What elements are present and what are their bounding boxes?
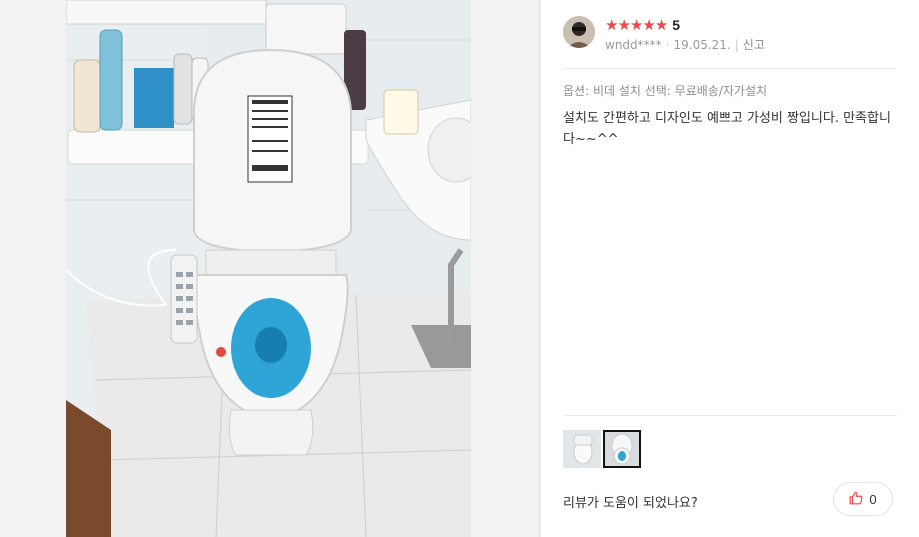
divider <box>563 68 897 69</box>
review-body: 설치도 간편하고 디자인도 예쁘고 가성비 짱입니다. 만족합니다~~^^ <box>563 111 891 147</box>
meta-divider: | <box>734 37 739 52</box>
helpful-question: 리뷰가 도움이 되었나요? <box>563 496 698 511</box>
rating-score: 5 <box>672 17 681 33</box>
username: wndd**** <box>605 37 662 52</box>
star-icon: ★ <box>605 16 618 34</box>
thumbs-up-icon <box>849 490 863 509</box>
report-link[interactable]: 신고 <box>743 36 765 53</box>
toilet-photo-illustration <box>66 0 471 537</box>
star-icon: ★ <box>654 16 668 34</box>
reviewer-info: ★ ★ ★ ★ ★ 5 wndd**** · 19.05.21. | 신고 <box>563 14 903 58</box>
review-panel: ★ ★ ★ ★ ★ 5 wndd**** · 19.05.21. | 신고 옵션… <box>541 0 919 537</box>
avatar <box>563 16 595 48</box>
photo-viewer <box>0 0 540 537</box>
review-photo[interactable] <box>66 0 471 537</box>
thumbnail-2[interactable] <box>603 430 641 468</box>
rating-stars: ★ ★ ★ ★ ★ 5 <box>605 16 680 34</box>
star-icon: ★ <box>642 16 655 34</box>
review-meta: wndd**** · 19.05.21. | 신고 <box>605 36 765 53</box>
meta-separator: · <box>665 37 670 52</box>
thumbnail-1[interactable] <box>563 430 601 468</box>
like-button[interactable]: 0 <box>833 482 893 516</box>
star-icon: ★ <box>617 16 630 34</box>
purchase-option: 옵션: 비데 설치 선택: 무료배송/자가설치 <box>563 84 768 98</box>
star-icon: ★ <box>629 16 643 34</box>
photo-thumbnails <box>563 430 641 468</box>
avatar-image <box>563 16 595 48</box>
like-count: 0 <box>869 491 877 507</box>
review-date: 19.05.21. <box>673 37 731 52</box>
divider <box>563 415 897 416</box>
